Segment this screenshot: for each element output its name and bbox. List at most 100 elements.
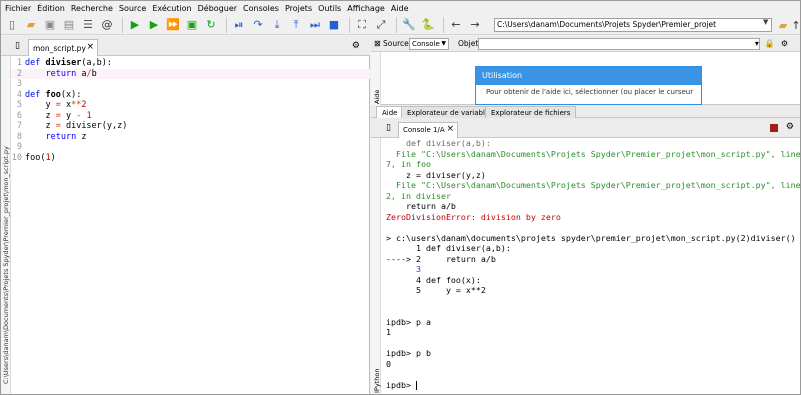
menu-deboguer[interactable]: Déboguer xyxy=(198,4,237,13)
step-return-icon[interactable]: ⤒ xyxy=(288,17,304,33)
console-line: File "C:\Users\danam\Documents\Projets S… xyxy=(386,180,801,190)
chevron-down-icon[interactable]: ▼ xyxy=(763,18,768,26)
console-line: 5 y = x**2 xyxy=(386,285,486,295)
tab-label: mon_script.py xyxy=(33,44,86,53)
menu-projets[interactable]: Projets xyxy=(285,4,312,13)
tab-mon-script[interactable]: mon_script.py × xyxy=(28,39,98,56)
code-line: 1 def diviser(a,b): xyxy=(16,58,113,68)
parent-directory-icon[interactable]: ↑ xyxy=(788,17,801,33)
python-path-icon[interactable]: 🐍 xyxy=(420,17,436,33)
menu-affichage[interactable]: Affichage xyxy=(347,4,385,13)
console-line: ----> 2 return a/b xyxy=(386,253,496,264)
code-line: 5 y = x**2 xyxy=(16,100,87,110)
console-tabbar: ▯ Console 1/A × ⚙ xyxy=(371,118,800,138)
rerun-icon[interactable]: ↻ xyxy=(203,17,219,33)
console-prompt-line[interactable]: ipdb> xyxy=(386,380,798,391)
pane-tabbar: Aide Explorateur de variables Explorateu… xyxy=(371,105,800,118)
help-side-label: Aide xyxy=(371,52,381,105)
console-line: File "C:\Users\danam\Documents\Projets S… xyxy=(386,148,801,159)
gear-icon[interactable]: ⚙ xyxy=(786,122,794,132)
menu-source[interactable]: Source xyxy=(119,4,146,13)
menu-recherche[interactable]: Recherche xyxy=(71,4,113,13)
console-line: > c:\users\danam\documents\projets spyde… xyxy=(386,232,796,243)
preferences-icon[interactable]: 🔧 xyxy=(401,17,417,33)
close-icon[interactable]: ⊠ xyxy=(374,39,381,48)
chevron-down-icon: ▼ xyxy=(441,40,446,47)
help-action-icons[interactable]: ▾🔒⚙ xyxy=(755,39,794,48)
stop-icon[interactable] xyxy=(770,124,778,132)
toolbar-divider xyxy=(396,16,397,33)
debug-icon[interactable]: ⏯ xyxy=(231,17,247,33)
source-label: Source xyxy=(383,39,409,48)
toolbar-divider xyxy=(226,16,227,33)
editor-pane: ▯ mon_script.py × ⚙ C:\Users\danam\Docum… xyxy=(1,36,370,394)
code-line: 10 foo(1) xyxy=(11,152,56,163)
toolbar-divider xyxy=(349,16,350,33)
step-into-icon[interactable]: ⤓ xyxy=(269,17,285,33)
menu-bar: Fichier Édition Recherche Source Exécuti… xyxy=(1,1,800,15)
editor-side-path: C:\Users\danam\Documents\Projets Spyder\… xyxy=(1,56,11,394)
console-output[interactable]: def diviser(a,b): File "C:\Users\danam\D… xyxy=(386,138,801,391)
tab-file-explorer[interactable]: Explorateur de fichiers xyxy=(485,106,577,118)
save-all-icon[interactable]: ▤ xyxy=(61,17,77,33)
menu-outils[interactable]: Outils xyxy=(318,4,341,13)
run-cell-advance-icon[interactable]: ⏩ xyxy=(165,17,181,33)
run-cell-icon[interactable]: ▶ xyxy=(146,17,162,33)
menu-aide[interactable]: Aide xyxy=(391,4,409,13)
spyder-window: Fichier Édition Recherche Source Exécuti… xyxy=(0,0,801,395)
menu-fichier[interactable]: Fichier xyxy=(5,4,31,13)
toolbar-divider xyxy=(443,16,444,33)
help-pane: ⊠ Source Console ▼ Objet ▾🔒⚙ Aide Utilisa… xyxy=(371,36,800,105)
save-icon[interactable]: ▣ xyxy=(42,17,58,33)
maximize-pane-icon[interactable]: ⛶ xyxy=(354,17,370,33)
menu-edition[interactable]: Édition xyxy=(37,4,65,13)
close-icon[interactable]: × xyxy=(446,124,454,134)
console-line: 0 xyxy=(386,358,391,369)
open-folder-icon[interactable]: ▰ xyxy=(23,17,39,33)
code-line: 4 def foo(x): xyxy=(16,89,82,100)
object-input[interactable] xyxy=(478,38,760,50)
code-line: 7 z = diviser(y,z) xyxy=(16,121,128,131)
source-select[interactable]: Console ▼ xyxy=(409,38,449,50)
new-file-icon[interactable]: ▯ xyxy=(4,17,20,33)
main-toolbar: ▯ ▰ ▣ ▤ ☰ @ ▶ ▶ ⏩ ▣ ↻ ⏯ ↷ ⤓ ⤒ ⏭ ■ ⛶ ⤢ 🔧 … xyxy=(1,15,801,35)
console-line: ipdb> p b xyxy=(386,348,431,358)
close-icon[interactable]: × xyxy=(86,42,94,52)
tab-aide[interactable]: Aide xyxy=(376,106,404,118)
console-line: 4 def foo(x): xyxy=(386,274,481,285)
tab-console[interactable]: Console 1/A × xyxy=(398,122,458,138)
code-line: 3 xyxy=(16,79,22,89)
list-icon[interactable]: ☰ xyxy=(80,17,96,33)
new-console-icon[interactable]: ▯ xyxy=(386,123,391,133)
run-selection-icon[interactable]: ▣ xyxy=(184,17,200,33)
step-icon[interactable]: ↷ xyxy=(250,17,266,33)
toolbar-divider xyxy=(122,16,123,33)
console-line: 1 xyxy=(386,327,391,337)
new-file-icon[interactable]: ▯ xyxy=(15,41,20,51)
continue-icon[interactable]: ⏭ xyxy=(307,17,323,33)
console-line: return a/b xyxy=(386,201,456,211)
console-line: ZeroDivisionError: division by zero xyxy=(386,211,561,222)
code-line-current: 2 return a/b xyxy=(11,68,370,79)
menu-execution[interactable]: Exécution xyxy=(152,4,191,13)
run-icon[interactable]: ▶ xyxy=(127,17,143,33)
forward-arrow-icon[interactable]: → xyxy=(467,17,483,33)
console-line: z = diviser(y,z) xyxy=(386,169,486,180)
back-arrow-icon[interactable]: ← xyxy=(448,17,464,33)
usage-title: Utilisation xyxy=(476,67,701,85)
working-directory-field[interactable]: C:\Users\danam\Documents\Projets Spyder\… xyxy=(494,18,772,32)
console-side-label: IPython xyxy=(371,138,381,394)
code-editor[interactable]: 1 def diviser(a,b): 2 return a/b 3 4 def f… xyxy=(11,58,370,163)
console-line: ipdb> p a xyxy=(386,316,431,327)
object-label: Objet xyxy=(458,39,479,48)
at-icon[interactable]: @ xyxy=(99,17,115,33)
menu-consoles[interactable]: Consoles xyxy=(243,4,279,13)
fullscreen-icon[interactable]: ⤢ xyxy=(373,17,389,33)
gear-icon[interactable]: ⚙ xyxy=(352,41,360,51)
text-cursor xyxy=(415,380,417,390)
stop-debug-icon[interactable]: ■ xyxy=(326,17,342,33)
